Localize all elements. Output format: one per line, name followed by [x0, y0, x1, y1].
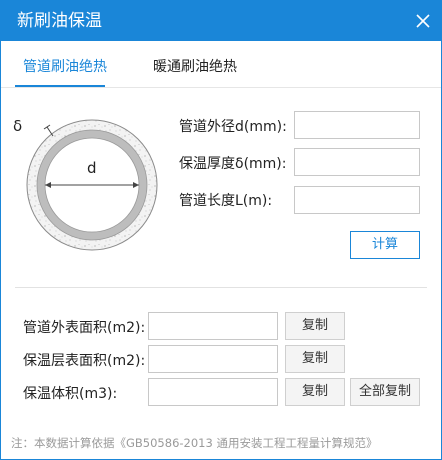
outer-surface-area-label: 管道外表面积(m2):: [23, 320, 146, 336]
d-label: d: [87, 159, 97, 177]
insulation-thickness-label: 保温厚度δ(mm):: [179, 156, 287, 172]
title-bar: 新刷油保温: [1, 1, 441, 41]
delta-label: δ: [13, 117, 23, 135]
copy-insulation-volume-button[interactable]: 复制: [285, 378, 345, 406]
copy-outer-surface-area-button[interactable]: 复制: [285, 312, 345, 340]
insulation-surface-area-label: 保温层表面积(m2):: [23, 353, 146, 369]
window-title: 新刷油保温: [17, 11, 102, 31]
calculation-basis-note: 注：本数据计算依据《GB50586-2013 通用安装工程工程量计算规范》: [11, 436, 378, 450]
insulation-surface-area-field[interactable]: [148, 345, 278, 373]
copy-insulation-surface-area-button[interactable]: 复制: [285, 345, 345, 373]
section-divider: [15, 287, 427, 288]
insulation-thickness-input[interactable]: [294, 148, 420, 176]
insulation-volume-field[interactable]: [148, 378, 278, 406]
outer-diameter-label: 管道外径d(mm):: [179, 119, 287, 135]
tabs-divider: [1, 87, 441, 88]
outer-diameter-input[interactable]: [294, 111, 420, 139]
insulation-volume-label: 保温体积(m3):: [23, 386, 118, 402]
outer-surface-area-field[interactable]: [148, 312, 278, 340]
tab-pipe-painting-insulation[interactable]: 管道刷油绝热: [23, 58, 107, 76]
pipe-length-label: 管道长度L(m):: [179, 193, 273, 209]
tab-hvac-painting-insulation[interactable]: 暖通刷油绝热: [153, 58, 237, 76]
close-icon[interactable]: [415, 13, 431, 29]
pipe-cross-section-diagram: [26, 119, 158, 251]
pipe-length-input[interactable]: [294, 186, 420, 214]
copy-all-button[interactable]: 全部复制: [350, 378, 420, 406]
dialog-window: 新刷油保温 管道刷油绝热 暖通刷油绝热 δ d 管道外径d(mm): 保温厚度δ…: [0, 0, 442, 460]
calculate-button[interactable]: 计算: [350, 231, 420, 259]
